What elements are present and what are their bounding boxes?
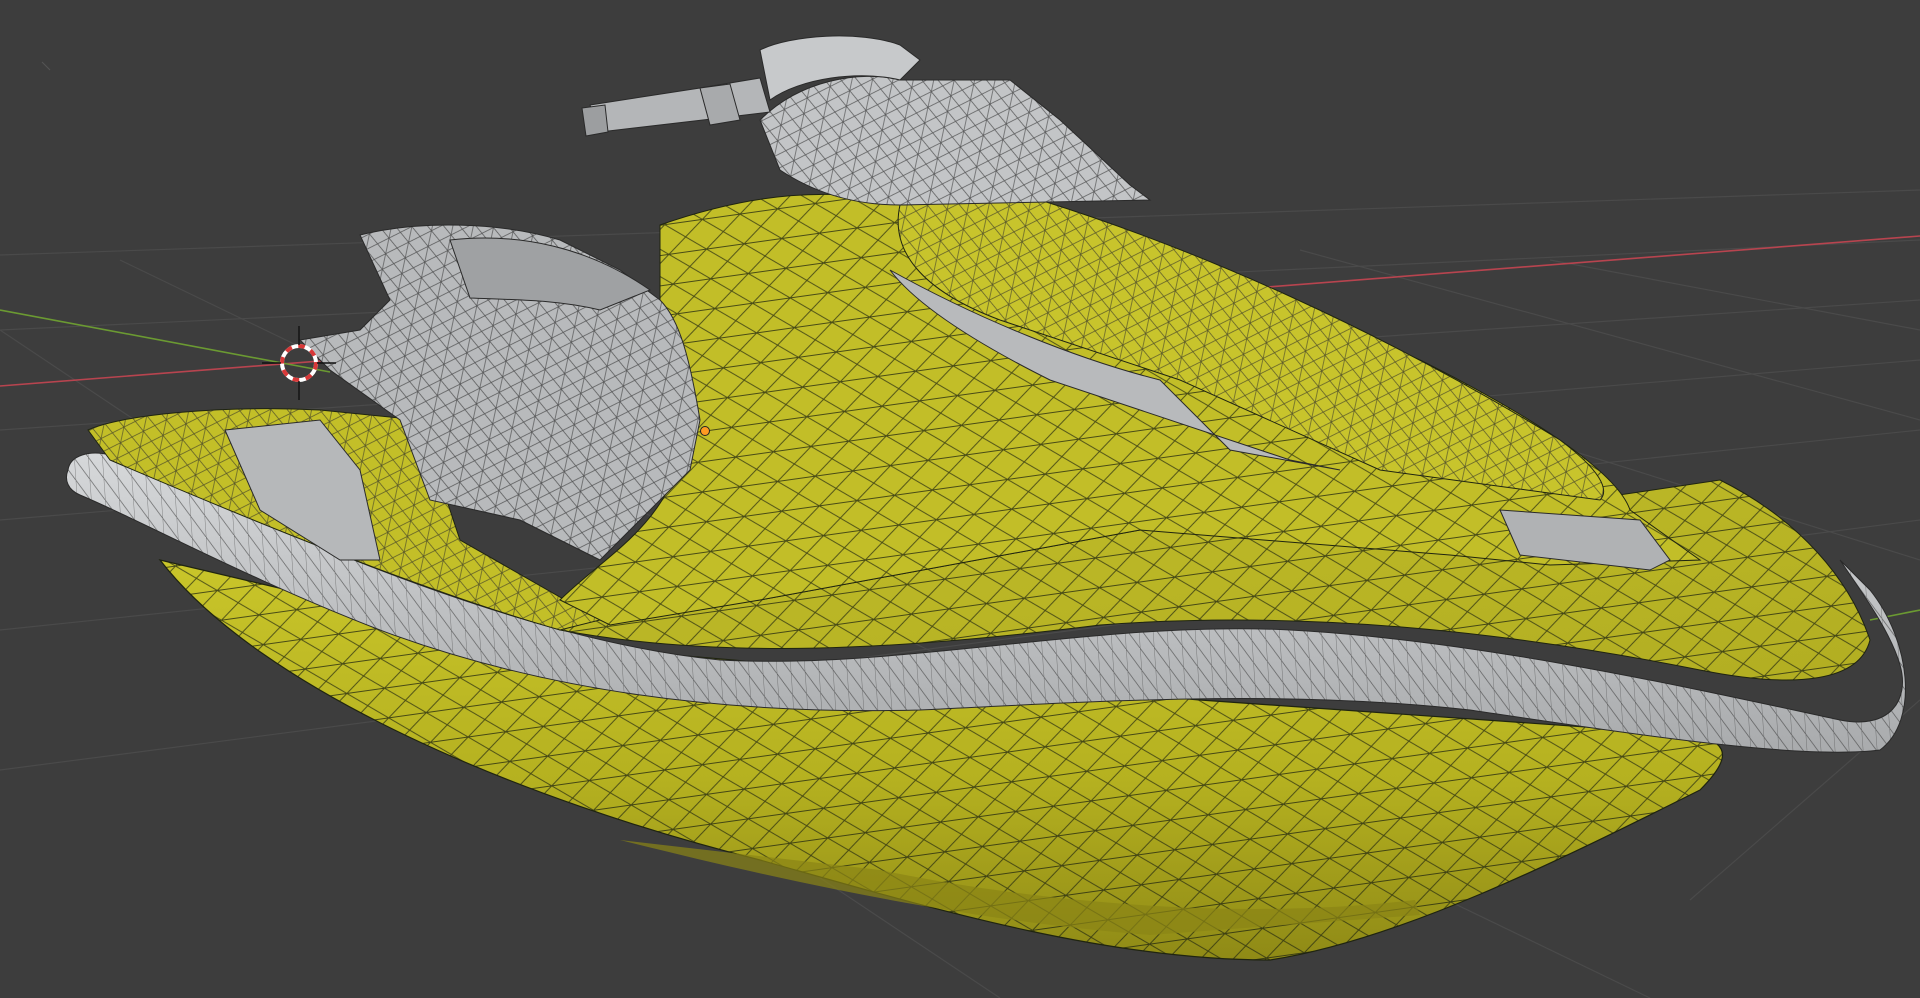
handlebar[interactable] [589, 77, 771, 133]
jet-ski-mesh[interactable] [66, 35, 1906, 961]
object-origin[interactable] [700, 426, 710, 436]
handlebar-grip[interactable] [581, 104, 609, 137]
viewport-canvas[interactable] [0, 0, 1920, 998]
steering-console-wireframe [760, 76, 1150, 205]
3d-viewport[interactable] [0, 0, 1920, 998]
corner-marker [41, 61, 51, 71]
